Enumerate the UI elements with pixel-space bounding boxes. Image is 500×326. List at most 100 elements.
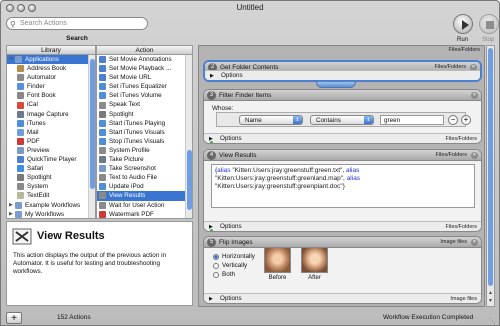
- library-item[interactable]: QuickTime Player: [7, 155, 95, 164]
- workflow-area: Files/Folders 2 Get Folder Contents File…: [198, 45, 485, 307]
- radio-horizontally[interactable]: Horizontally: [213, 253, 255, 261]
- action-item[interactable]: System Profile: [97, 146, 192, 155]
- action-item[interactable]: Update iPod: [97, 182, 192, 191]
- action-get-folder-contents[interactable]: 2 Get Folder Contents Files/Folders ✕ ▶ O…: [203, 60, 482, 82]
- library-item[interactable]: ▶ My Workflows: [7, 210, 95, 218]
- scroll-down-arrow-icon[interactable]: ▼: [487, 298, 494, 304]
- action-item-label: Take Screenshot: [109, 165, 156, 173]
- card-types: Image files: [440, 239, 467, 245]
- filter-value-field[interactable]: green: [380, 115, 444, 125]
- library-item[interactable]: System: [7, 182, 95, 191]
- library-item[interactable]: Safari: [7, 164, 95, 173]
- action-item[interactable]: Set iTunes Equalizer: [97, 82, 192, 91]
- options-disclosure[interactable]: ▶ Options Files/Folders: [204, 221, 481, 231]
- library-scrollbar[interactable]: [88, 55, 95, 218]
- library-item-label: QuickTime Player: [27, 156, 77, 164]
- description-title: View Results: [37, 230, 105, 242]
- action-item[interactable]: Text to Audio File: [97, 173, 192, 182]
- library-item[interactable]: Image Capture: [7, 110, 95, 119]
- run-button[interactable]: [453, 14, 473, 34]
- action-item[interactable]: Stop iTunes Visuals: [97, 137, 192, 146]
- library-item-label: Example Workflows: [25, 201, 81, 209]
- add-criterion-button[interactable]: +: [461, 115, 471, 125]
- minimize-window-button[interactable]: [17, 4, 25, 12]
- disclosure-triangle-icon: ▶: [209, 296, 213, 302]
- step-number: 5: [207, 238, 216, 247]
- action-header[interactable]: Action: [97, 46, 192, 55]
- action-item[interactable]: Start iTunes Playing: [97, 119, 192, 128]
- action-item-icon: [99, 128, 106, 136]
- card-title: Filter Finder Items: [219, 92, 272, 99]
- library-item-label: System: [27, 183, 48, 191]
- card-types: Files/Folders: [435, 152, 467, 158]
- action-item[interactable]: Start iTunes Visuals: [97, 128, 192, 137]
- options-disclosure[interactable]: ▶ Options: [205, 70, 480, 80]
- close-icon[interactable]: ✕: [471, 239, 478, 246]
- add-button[interactable]: +: [6, 312, 22, 324]
- action-item[interactable]: Take Screenshot: [97, 164, 192, 173]
- library-item-icon: [17, 174, 24, 182]
- search-actions-field[interactable]: ⚲ Search Actions: [6, 17, 148, 30]
- action-item[interactable]: Spotlight: [97, 110, 192, 119]
- library-item[interactable]: Mail: [7, 128, 95, 137]
- library-item[interactable]: Address Book: [7, 64, 95, 73]
- radio-button[interactable]: [213, 263, 219, 269]
- results-text-area[interactable]: {alias "Kitten:Users:jray:greenstuff:gre…: [211, 164, 475, 208]
- library-header[interactable]: Library: [7, 46, 95, 55]
- workflow-scroll-thumb[interactable]: [488, 48, 493, 286]
- action-item[interactable]: Set Movie Annotations: [97, 55, 192, 64]
- library-item-icon: [17, 110, 24, 118]
- close-window-button[interactable]: [6, 4, 14, 12]
- close-icon[interactable]: ✕: [471, 92, 478, 99]
- radio-button[interactable]: [213, 254, 219, 260]
- card-types: Files/Folders: [445, 224, 477, 230]
- action-item-icon: [99, 146, 106, 154]
- field-popup[interactable]: Name ⇕: [239, 115, 303, 125]
- library-item[interactable]: iCal: [7, 100, 95, 109]
- library-item[interactable]: TextEdit: [7, 191, 95, 200]
- action-item[interactable]: Set iTunes Volume: [97, 91, 192, 100]
- action-scrollbar[interactable]: [185, 55, 192, 218]
- play-icon: [462, 20, 469, 30]
- action-item-label: Spotlight: [109, 110, 134, 118]
- scroll-up-arrow-icon[interactable]: ▲: [487, 290, 494, 296]
- action-item-label: Set iTunes Equalizer: [109, 83, 167, 91]
- action-item[interactable]: Take Picture: [97, 155, 192, 164]
- remove-criterion-button[interactable]: −: [448, 115, 458, 125]
- action-filter-finder-items[interactable]: 3 Filter Finder Items ✕ Whose: Name ⇕ Con…: [203, 89, 482, 144]
- library-item-label: Automator: [27, 74, 57, 82]
- library-item[interactable]: Automator: [7, 73, 95, 82]
- workflow-scrollbar[interactable]: ▲ ▼: [486, 45, 495, 307]
- action-flip-images[interactable]: 5 Flip Images Image files ✕ Horizontally…: [203, 236, 482, 304]
- options-disclosure[interactable]: ▶ Options Files/Folders: [204, 133, 481, 143]
- library-item-label: Font Book: [27, 92, 56, 100]
- options-disclosure[interactable]: ▶ Options Image files: [204, 293, 481, 303]
- library-item[interactable]: Finder: [7, 82, 95, 91]
- action-item[interactable]: Set Movie URL: [97, 73, 192, 82]
- action-item[interactable]: Watermark PDF: [97, 210, 192, 218]
- stop-button[interactable]: [479, 14, 499, 34]
- zoom-window-button[interactable]: [28, 4, 36, 12]
- action-item-icon: [99, 65, 106, 73]
- action-item[interactable]: View Results: [97, 191, 192, 201]
- library-item[interactable]: ▶ Example Workflows: [7, 201, 95, 210]
- radio-both[interactable]: Both: [213, 271, 235, 279]
- library-item[interactable]: Font Book: [7, 91, 95, 100]
- radio-button[interactable]: [213, 272, 219, 278]
- action-item[interactable]: Set Movie Playback ...: [97, 64, 192, 73]
- close-icon[interactable]: ✕: [471, 152, 478, 159]
- resize-grip-icon[interactable]: ⋱: [489, 314, 496, 325]
- operator-popup[interactable]: Contains ⇕: [310, 115, 374, 125]
- action-view-results[interactable]: 4 View Results Files/Folders ✕ {alias "K…: [203, 149, 482, 232]
- library-item[interactable]: Spotlight: [7, 173, 95, 182]
- library-item[interactable]: ▼ Applications: [7, 55, 95, 65]
- action-item[interactable]: Wait for User Action: [97, 201, 192, 210]
- action-item[interactable]: Speak Text: [97, 100, 192, 109]
- status-dot: [210, 141, 213, 143]
- library-item[interactable]: Preview: [7, 146, 95, 155]
- library-item[interactable]: iTunes: [7, 119, 95, 128]
- library-item[interactable]: PDF: [7, 137, 95, 146]
- radio-vertically[interactable]: Vertically: [213, 262, 247, 270]
- library-scroll-thumb[interactable]: [90, 59, 95, 189]
- action-scroll-thumb[interactable]: [187, 150, 192, 210]
